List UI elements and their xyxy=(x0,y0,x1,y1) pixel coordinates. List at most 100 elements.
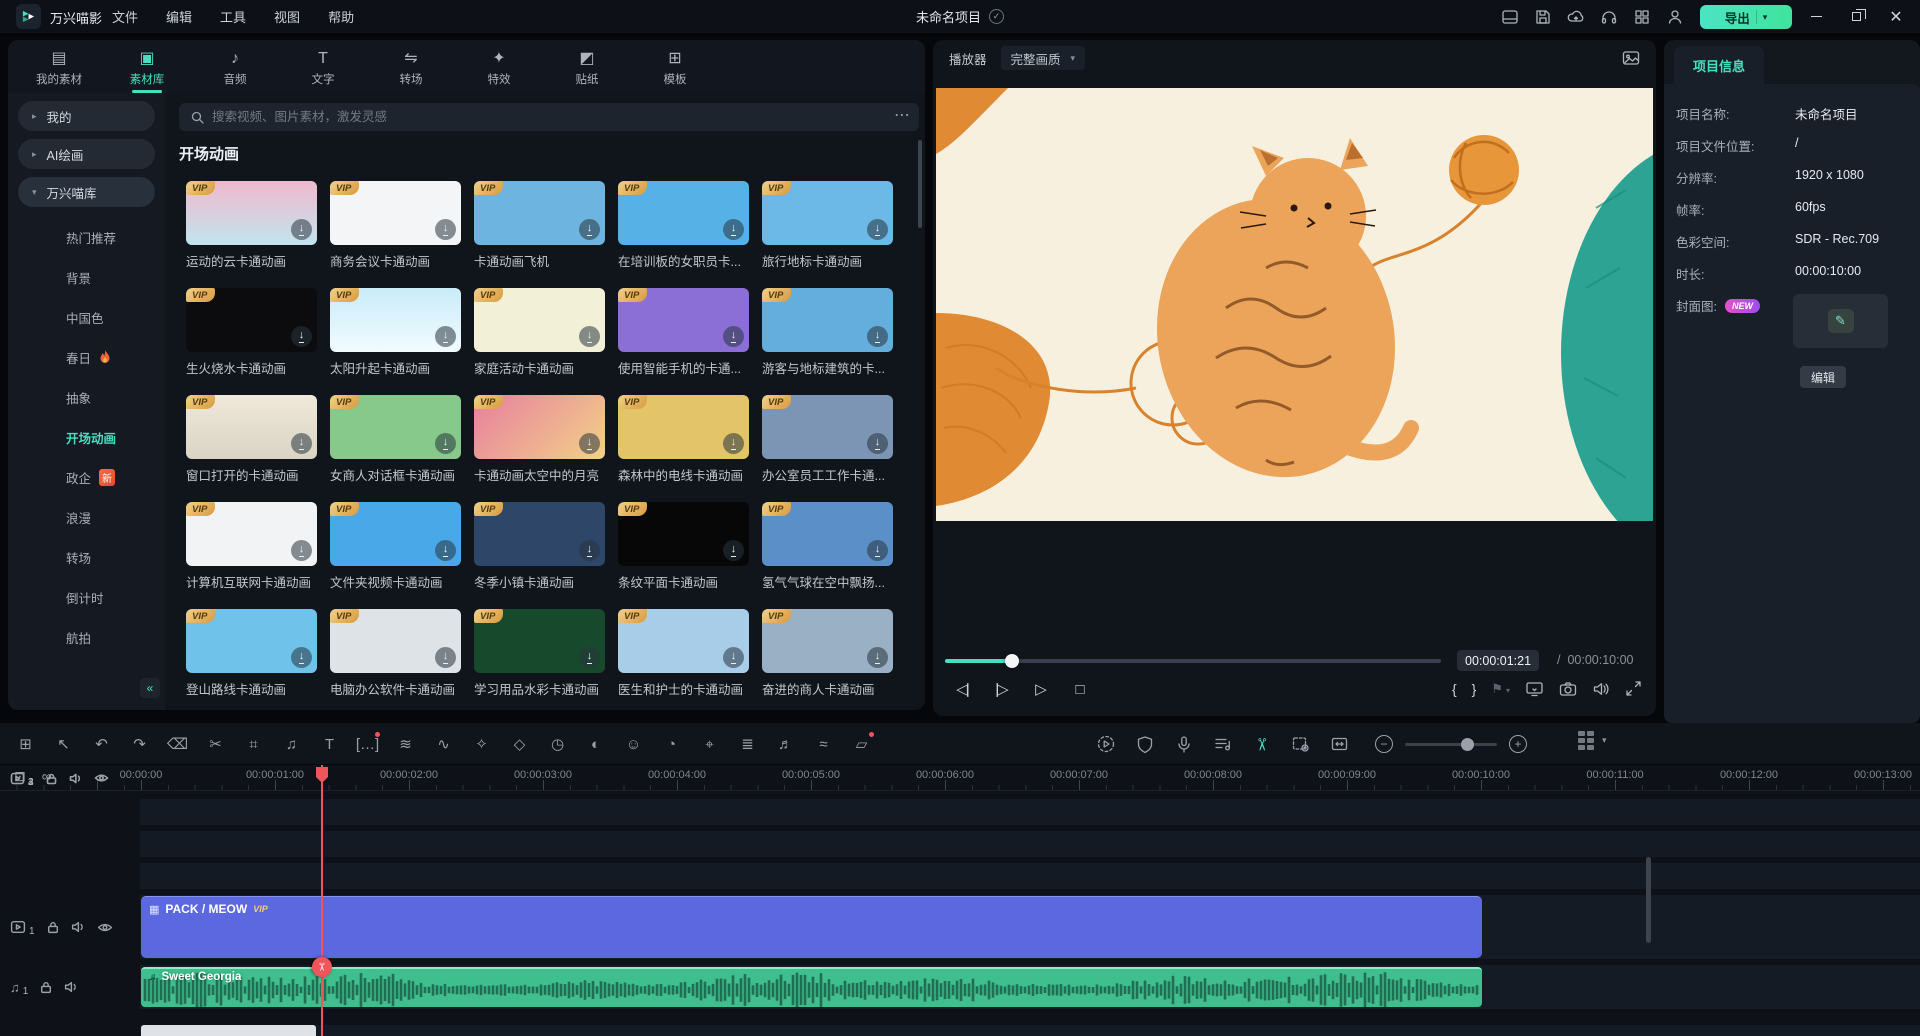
sidebar-group-ai-painting[interactable]: ▸ AI绘画 xyxy=(18,139,155,169)
mark-in-button[interactable]: { xyxy=(1452,681,1457,697)
step-back-button[interactable]: ◁| xyxy=(949,680,975,698)
stock-media-item[interactable]: VIP ↓ 运动的云卡通动画 xyxy=(186,181,317,270)
marker-flag-button[interactable]: ⚑▾ xyxy=(1491,681,1510,697)
tab-effects[interactable]: ✦ 特效 xyxy=(470,46,528,87)
step-forward-button[interactable]: |▷ xyxy=(988,680,1014,698)
undo-icon[interactable]: ↶ xyxy=(90,733,113,756)
workspace-layout-icon[interactable] xyxy=(1500,7,1519,26)
download-button[interactable]: ↓ xyxy=(291,219,312,240)
stock-media-thumbnail[interactable]: VIP ↓ xyxy=(618,181,749,245)
download-button[interactable]: ↓ xyxy=(435,433,456,454)
fullscreen-icon[interactable] xyxy=(1625,680,1642,697)
tab-stickers[interactable]: ◩ 贴纸 xyxy=(558,46,616,87)
stock-media-item[interactable]: VIP ↓ 在培训板的女职员卡... xyxy=(618,181,749,270)
audio-wave-icon[interactable]: ≋ xyxy=(394,733,417,756)
stock-media-item[interactable]: VIP ↓ 计算机互联网卡通动画 xyxy=(186,502,317,591)
sidebar-item-background[interactable]: 背景 xyxy=(8,257,165,297)
tab-text[interactable]: T 文字 xyxy=(294,46,352,87)
support-headset-icon[interactable] xyxy=(1599,7,1618,26)
download-button[interactable]: ↓ xyxy=(435,326,456,347)
stock-media-thumbnail[interactable]: VIP ↓ xyxy=(474,609,605,673)
playhead-handle[interactable] xyxy=(314,766,330,784)
cloud-upload-icon[interactable] xyxy=(1566,7,1585,26)
stock-media-item[interactable]: VIP ↓ 奋进的商人卡通动画 xyxy=(762,609,893,698)
eye-visibility-icon[interactable] xyxy=(97,921,113,934)
download-button[interactable]: ↓ xyxy=(435,647,456,668)
stock-media-thumbnail[interactable]: VIP ↓ xyxy=(618,609,749,673)
delete-icon[interactable]: ⌫ xyxy=(166,733,189,756)
account-icon[interactable] xyxy=(1665,7,1684,26)
audio-music-icon[interactable]: ♫ xyxy=(280,733,303,756)
stock-media-item[interactable]: VIP ↓ 医生和护士的卡通动画 xyxy=(618,609,749,698)
sidebar-item-aerial[interactable]: 航拍 xyxy=(8,617,165,657)
voiceover-mic-icon[interactable] xyxy=(1172,733,1195,756)
stock-media-thumbnail[interactable]: VIP ↓ xyxy=(618,395,749,459)
grid-scrollbar[interactable] xyxy=(918,140,922,228)
volume-icon[interactable] xyxy=(1592,681,1610,697)
display-device-icon[interactable] xyxy=(1525,680,1544,697)
timeline-scrollbar[interactable] xyxy=(1646,857,1651,943)
stock-media-item[interactable]: VIP ↓ 氢气气球在空中飘扬... xyxy=(762,502,893,591)
feature-grid-icon[interactable] xyxy=(1632,7,1651,26)
seek-handle[interactable] xyxy=(1005,654,1019,668)
track-lane-3[interactable] xyxy=(140,831,1920,857)
stock-media-item[interactable]: VIP ↓ 商务会议卡通动画 xyxy=(330,181,461,270)
toggle-tracks-icon[interactable]: ⊞ xyxy=(14,733,37,756)
download-button[interactable]: ↓ xyxy=(867,433,888,454)
cover-thumbnail[interactable]: ✎ xyxy=(1793,294,1888,348)
stock-media-item[interactable]: VIP ↓ 登山路线卡通动画 xyxy=(186,609,317,698)
stock-media-item[interactable]: VIP ↓ 使用智能手机的卡通... xyxy=(618,288,749,377)
sidebar-item-spring[interactable]: 春日 xyxy=(8,337,165,377)
tab-audio[interactable]: ♪ 音频 xyxy=(206,46,264,87)
track-lane-2[interactable] xyxy=(140,863,1920,889)
play-button[interactable]: ▷ xyxy=(1027,680,1053,698)
export-button[interactable]: 导出 ▾ xyxy=(1700,5,1792,29)
sidebar-item-romance[interactable]: 浪漫 xyxy=(8,497,165,537)
minimize-button[interactable] xyxy=(1798,0,1834,33)
stock-media-thumbnail[interactable]: VIP ↓ xyxy=(474,181,605,245)
stop-button[interactable]: □ xyxy=(1066,681,1092,698)
sidebar-item-countdown[interactable]: 倒计时 xyxy=(8,577,165,617)
tab-stock-library[interactable]: ▣ 素材库 xyxy=(118,46,176,87)
mute-speaker-icon[interactable] xyxy=(69,772,83,785)
sidebar-group-mine[interactable]: ▸ 我的 xyxy=(18,101,155,131)
zoom-slider[interactable] xyxy=(1405,743,1497,746)
restore-button[interactable] xyxy=(1838,0,1874,33)
stock-media-thumbnail[interactable]: VIP ↓ xyxy=(474,502,605,566)
crop-icon[interactable]: ⌗ xyxy=(242,733,265,756)
sidebar-item-gov[interactable]: 政企 新 xyxy=(8,457,165,497)
stock-media-thumbnail[interactable]: VIP ↓ xyxy=(618,502,749,566)
menu-item[interactable]: 视图 xyxy=(274,7,300,26)
search-input[interactable] xyxy=(212,110,812,124)
stock-media-thumbnail[interactable]: VIP ↓ xyxy=(474,288,605,352)
speed-icon[interactable]: ◷ xyxy=(546,733,569,756)
audio-mixer-icon[interactable] xyxy=(1211,733,1234,756)
stock-media-thumbnail[interactable]: VIP ↓ xyxy=(186,609,317,673)
stock-media-thumbnail[interactable]: VIP ↓ xyxy=(330,502,461,566)
audio-clip-sweet-georgia[interactable]: ♫ Sweet Georgia xyxy=(141,967,1482,1007)
stock-media-item[interactable]: VIP ↓ 条纹平面卡通动画 xyxy=(618,502,749,591)
timeline-ruler[interactable]: 00:00:0000:00:01:0000:00:02:0000:00:03:0… xyxy=(0,765,1920,791)
stock-media-item[interactable]: VIP ↓ 女商人对话框卡通动画 xyxy=(330,395,461,484)
adjust-icon[interactable]: ≣ xyxy=(736,733,759,756)
tab-project-info[interactable]: 项目信息 xyxy=(1674,46,1764,84)
stock-media-item[interactable]: VIP ↓ 电脑办公软件卡通动画 xyxy=(330,609,461,698)
track-lane-4[interactable] xyxy=(140,799,1920,825)
subtitle-icon[interactable]: […] xyxy=(356,733,379,756)
split-icon[interactable]: ✂ xyxy=(204,733,227,756)
preview-compare-icon[interactable] xyxy=(1622,50,1640,66)
mute-speaker-icon[interactable] xyxy=(64,980,79,994)
snapshot-camera-icon[interactable] xyxy=(1559,681,1577,697)
text-icon[interactable]: T xyxy=(318,733,341,756)
snapshot-frame-icon[interactable] xyxy=(1289,733,1312,756)
zoom-in-button[interactable]: + xyxy=(1509,735,1527,753)
zoom-slider-handle[interactable] xyxy=(1461,738,1474,751)
stock-media-thumbnail[interactable]: VIP ↓ xyxy=(186,181,317,245)
export-caret-icon[interactable]: ▾ xyxy=(1763,12,1768,23)
stock-media-thumbnail[interactable]: VIP ↓ xyxy=(330,288,461,352)
mark-out-button[interactable]: } xyxy=(1472,681,1477,697)
stock-media-thumbnail[interactable]: VIP ↓ xyxy=(186,502,317,566)
stock-media-item[interactable]: VIP ↓ 游客与地标建筑的卡... xyxy=(762,288,893,377)
mute-speaker-icon[interactable] xyxy=(71,920,86,934)
stock-media-thumbnail[interactable]: VIP ↓ xyxy=(186,395,317,459)
